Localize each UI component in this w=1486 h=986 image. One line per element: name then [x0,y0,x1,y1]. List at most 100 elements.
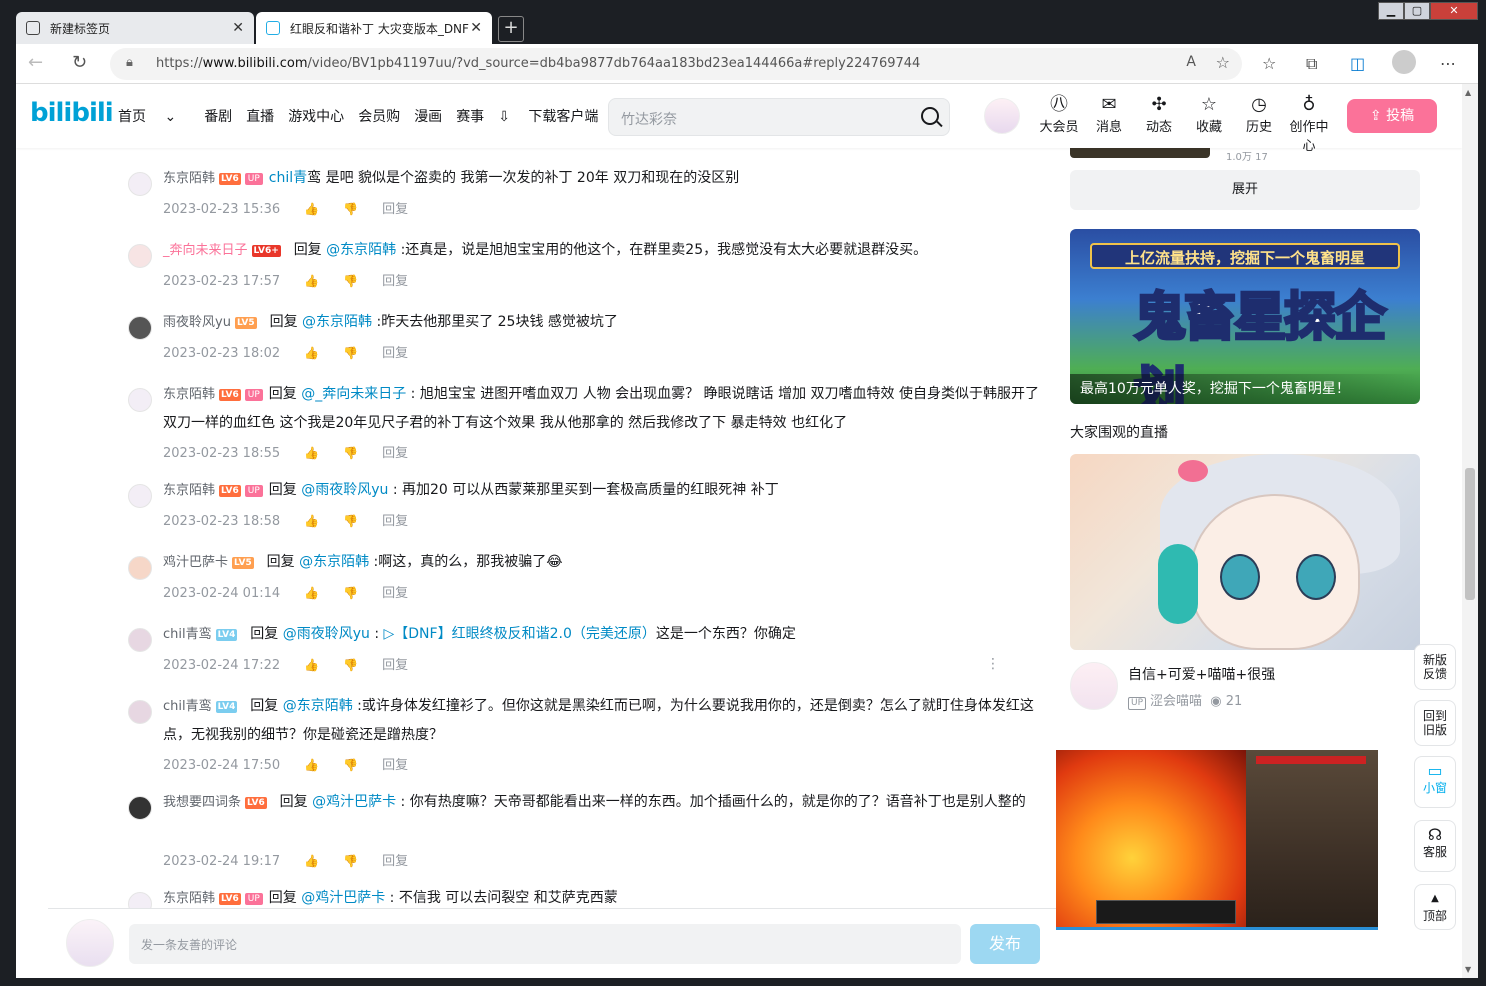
mention-link[interactable]: @东京陌韩 [326,242,396,258]
back-arrow-icon[interactable]: ← [28,52,43,73]
reply-avatar[interactable] [128,244,152,268]
mention-link[interactable]: @东京陌韩 [302,314,372,330]
reply-avatar[interactable] [128,796,152,820]
favorite-star-icon[interactable]: ☆ [1216,53,1230,72]
like-icon[interactable]: 👍 [304,854,319,868]
back-to-old-version-button[interactable]: 回到旧版 [1414,700,1456,746]
dislike-icon[interactable]: 👎 [343,758,358,772]
close-tab-icon[interactable]: ✕ [470,20,482,36]
back-to-top-button[interactable]: ▲ 顶部 [1414,884,1456,930]
reply-avatar[interactable] [128,892,152,908]
nav-game-center[interactable]: 游戏中心 [288,106,344,126]
header-big-member[interactable]: ㊇大会员 [1034,94,1084,154]
like-icon[interactable]: 👍 [304,202,319,216]
expand-button[interactable]: 展开 [1070,170,1420,210]
reply-button[interactable]: 回复 [382,274,408,289]
refresh-icon[interactable]: ↻ [72,52,87,73]
reply-button[interactable]: 回复 [382,658,408,673]
mention-link[interactable]: @鸡汁巴萨卡 [312,794,396,810]
tab-bilibili-video[interactable]: 红眼反和谐补丁 大灾变版本_DNF ✕ [256,12,492,44]
like-icon[interactable]: 👍 [304,274,319,288]
header-history[interactable]: ◷ 历史 [1234,94,1284,154]
mini-player-video[interactable] [1056,750,1378,930]
reply-username[interactable]: 东京陌韩 [163,387,215,402]
dislike-icon[interactable]: 👎 [343,446,358,460]
reply-username[interactable]: chil青鸾 [163,699,212,714]
url-field[interactable]: 🔒︎ https://www.bilibili.com/video/BV1pb4… [110,48,1242,80]
maximize-button[interactable]: ▢ [1404,2,1430,20]
reply-button[interactable]: 回复 [382,514,408,529]
reply-button[interactable]: 回复 [382,446,408,461]
reply-avatar[interactable] [128,484,152,508]
like-icon[interactable]: 👍 [304,514,319,528]
reply-avatar[interactable] [128,172,152,196]
bilibili-logo[interactable]: bilibili [30,98,114,128]
scroll-up-arrow-icon[interactable]: ▲ [1465,88,1471,97]
reply-username[interactable]: 我想要四词条 [163,795,241,810]
nav-manga[interactable]: 漫画 [414,106,442,126]
profile-avatar-icon[interactable] [1392,50,1416,74]
mention-link[interactable]: @雨夜聆风yu [301,482,388,498]
search-box[interactable]: 竹达彩奈 [608,98,950,136]
read-aloud-icon[interactable]: A [1186,54,1196,70]
edge-extension-icon[interactable]: ◫ [1350,54,1365,73]
header-favorites[interactable]: ☆ 收藏 [1184,94,1234,154]
page-scrollbar[interactable]: ▲ ▼ [1462,84,1478,978]
scrollbar-thumb[interactable] [1465,468,1475,600]
reply-button[interactable]: 回复 [382,586,408,601]
user-avatar[interactable] [984,98,1020,134]
promo-banner[interactable]: 上亿流量扶持，挖掘下一个鬼畜明星 鬼畜星探企划 最高10万元单人奖，挖掘下一个鬼… [1070,229,1420,404]
search-input[interactable]: 竹达彩奈 [621,109,677,129]
tab-new-tab[interactable]: 新建标签页 ✕ [16,12,254,44]
reply-avatar[interactable] [128,388,152,412]
header-messages[interactable]: ✉ 消息 [1084,94,1134,154]
mini-window-button[interactable]: ▭ 小窗 [1414,756,1456,808]
reply-avatar[interactable] [128,316,152,340]
mention-link[interactable]: ▷【DNF】红眼终极反和谐2.0（完美还原） [384,626,656,642]
streamer-avatar[interactable] [1070,662,1118,710]
collections-icon[interactable]: ⧉ [1306,54,1317,74]
nav-home[interactable]: 首页 ⌄ [118,106,190,126]
mention-link[interactable]: @雨夜聆风yu [283,626,370,642]
reply-username[interactable]: 鸡汁巴萨卡 [163,555,228,570]
like-icon[interactable]: 👍 [304,758,319,772]
close-tab-icon[interactable]: ✕ [232,20,244,36]
minimize-button[interactable]: ▁ [1378,2,1404,20]
nav-anime[interactable]: 番剧 [204,106,232,126]
like-icon[interactable]: 👍 [304,586,319,600]
like-icon[interactable]: 👍 [304,346,319,360]
dislike-icon[interactable]: 👎 [343,854,358,868]
nav-live[interactable]: 直播 [246,106,274,126]
mention-link[interactable]: @_奔向未来日子 [301,386,406,402]
dislike-icon[interactable]: 👎 [343,586,358,600]
reply-button[interactable]: 回复 [382,202,408,217]
mention-link[interactable]: @东京陌韩 [283,698,353,714]
like-icon[interactable]: 👍 [304,446,319,460]
nav-esports[interactable]: 赛事 [456,106,484,126]
new-tab-button[interactable]: + [498,16,524,42]
reply-username[interactable]: 东京陌韩 [163,483,215,498]
more-options-icon[interactable]: ⋮ [986,656,1000,672]
live-stream-title[interactable]: 自信+可爱+喵喵+很强 [1128,664,1275,684]
like-icon[interactable]: 👍 [304,658,319,672]
scroll-down-arrow-icon[interactable]: ▼ [1465,965,1471,974]
dislike-icon[interactable]: 👎 [343,658,358,672]
close-window-button[interactable]: ✕ [1430,2,1478,20]
reply-avatar[interactable] [128,556,152,580]
upload-button[interactable]: ⇪ 投稿 [1347,99,1437,133]
mention-link[interactable]: @东京陌韩 [299,554,369,570]
comment-input[interactable]: 发一条友善的评论 [129,924,961,964]
customer-service-button[interactable]: ☊ 客服 [1414,820,1456,872]
favorites-bar-icon[interactable]: ☆ [1262,54,1276,73]
mention-link[interactable]: chil青 [269,170,307,186]
header-creator-center[interactable]: ♁ 创作中心 [1284,94,1334,154]
reply-avatar[interactable] [128,628,152,652]
dislike-icon[interactable]: 👎 [343,274,358,288]
publish-button[interactable]: 发布 [970,924,1040,964]
live-stream-thumbnail[interactable] [1070,454,1420,650]
reply-username[interactable]: 东京陌韩 [163,891,215,906]
streamer-name[interactable]: 涩会喵喵 [1150,694,1202,709]
reply-avatar[interactable] [128,700,152,724]
reply-username[interactable]: 东京陌韩 [163,171,215,186]
reply-username[interactable]: 雨夜聆风yu [163,315,231,330]
